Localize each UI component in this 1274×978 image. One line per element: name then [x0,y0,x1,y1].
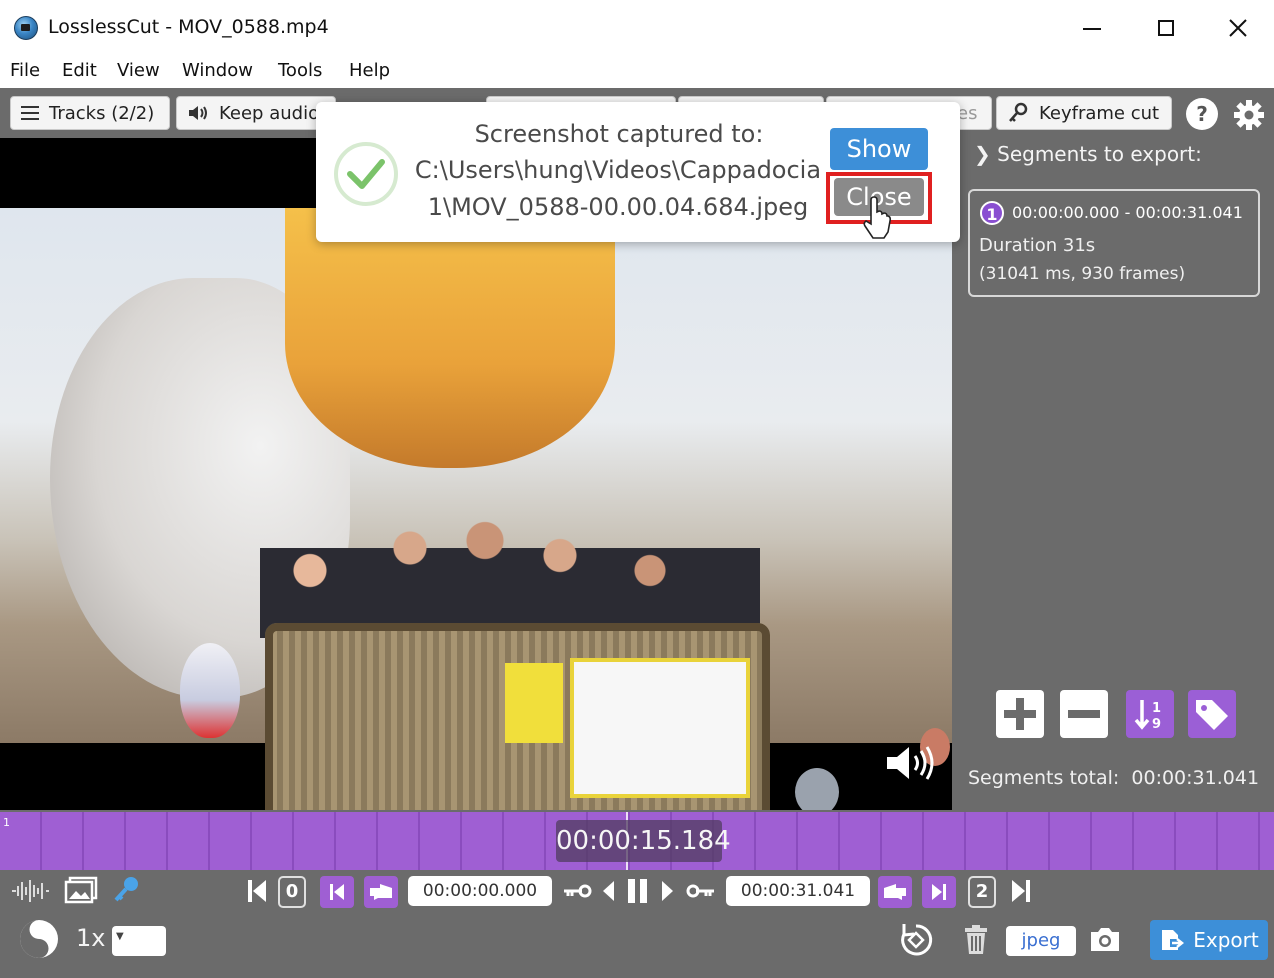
title-bar: LosslessCut - MOV_0588.mp4 [0,0,1274,56]
remove-segment-button[interactable] [1060,690,1108,738]
keyframe-key-icon[interactable] [112,874,142,904]
set-end-key-icon[interactable] [686,880,716,902]
svg-text:9: 9 [1152,717,1161,732]
distant-balloon [795,768,839,810]
label-segment-button[interactable] [1188,690,1236,738]
segment-detail: (31041 ms, 930 frames) [979,264,1186,284]
segment-end-number[interactable]: 2 [968,876,996,908]
waveform-icon[interactable] [10,878,50,904]
segment-range: 00:00:00.000 - 00:00:31.041 [1012,203,1243,222]
cursor-icon [863,196,892,239]
check-icon [347,159,385,189]
export-label: Export [1193,928,1259,952]
keyframe-cut-label: Keyframe cut [1039,102,1160,124]
success-badge [334,142,398,206]
close-icon [1229,19,1247,37]
close-window-button[interactable] [1210,10,1266,46]
volume-icon[interactable] [885,743,935,783]
playback-speed-icon[interactable] [18,918,60,960]
tag-icon [1196,700,1228,730]
jump-cut-start-button[interactable] [320,876,354,908]
app-icon [14,16,38,40]
sort-icon: 1 9 [1134,700,1161,732]
add-segment-button[interactable] [996,690,1044,738]
segments-header[interactable]: ❯ Segments to export: [974,142,1202,166]
tracks-button[interactable]: Tracks (2/2) [10,96,170,130]
menu-tools[interactable]: Tools [278,60,322,81]
rotate-icon[interactable] [896,920,936,960]
set-cut-end-icon [884,884,906,900]
current-time-display: 00:00:15.184 [556,820,731,862]
step-forward-icon[interactable] [658,878,676,904]
set-cut-end-button[interactable] [878,876,912,908]
menu-help[interactable]: Help [349,60,390,81]
distant-balloon [180,643,240,738]
basket-banner [570,658,750,798]
key-icon [1009,102,1028,122]
sort-segments-button[interactable]: 1 9 [1126,690,1174,738]
passengers [260,488,760,638]
segment-start-number[interactable]: 0 [278,876,306,908]
minimize-button[interactable] [1064,10,1120,46]
partial-label: es [957,102,978,124]
menu-bar: File Edit View Window Tools Help [0,56,1274,88]
segments-total-value: 00:00:31.041 [1131,767,1260,789]
notification-title: Screenshot captured to: [474,120,764,148]
playback-rate-label: 1x [76,924,106,952]
gear-icon[interactable] [1232,98,1266,132]
segment-number-badge: 1 [980,201,1004,225]
playback-rate-select[interactable] [112,926,166,956]
yellow-balloon [285,208,615,468]
camera-icon[interactable] [1088,924,1122,954]
tracks-label: Tracks (2/2) [49,102,155,124]
jump-end-icon[interactable] [1010,878,1032,904]
menu-window[interactable]: Window [182,60,253,81]
step-back-icon[interactable] [600,878,618,904]
notification-path-line1: C:\Users\hung\Videos\Cappadocia [414,156,822,184]
timeline-segment-index: 1 [3,816,10,829]
notification-path-line2: 1\MOV_0588-00.00.04.684.jpeg [427,193,809,221]
basket-sign [505,663,563,743]
menu-view[interactable]: View [117,60,160,81]
jump-cut-end-button[interactable] [922,876,956,908]
hamburger-icon [21,106,39,120]
speaker-icon [189,106,207,120]
segment-duration: Duration 31s [979,235,1096,256]
app-window: LosslessCut - MOV_0588.mp4 File Edit Vie… [0,0,1274,978]
maximize-button[interactable] [1138,10,1194,46]
menu-edit[interactable]: Edit [62,60,97,81]
segments-total: Segments total: 00:00:31.041 [968,767,1260,789]
trash-icon[interactable] [962,924,990,956]
export-icon [1162,930,1185,950]
keyframe-cut-button[interactable]: Keyframe cut [996,96,1172,130]
keep-audio-button[interactable]: Keep audio [176,96,336,130]
capture-format-button[interactable]: jpeg [1006,926,1076,956]
jump-cut-end-icon [932,884,946,900]
cut-end-time-input[interactable]: 00:00:31.041 [726,876,870,906]
segment-item[interactable]: 1 00:00:00.000 - 00:00:31.041 Duration 3… [968,189,1260,297]
menu-file[interactable]: File [10,60,40,81]
export-button[interactable]: Export [1150,920,1268,960]
set-cut-start-button[interactable] [364,876,398,908]
set-start-key-icon[interactable] [562,880,592,902]
window-title: LosslessCut - MOV_0588.mp4 [48,16,329,38]
jump-start-icon[interactable] [246,878,268,904]
jump-cut-start-icon [330,884,344,900]
keep-audio-label: Keep audio [219,102,320,124]
thumbnails-icon[interactable] [64,876,98,904]
play-pause-icon[interactable] [624,876,652,906]
chevron-right-icon: ❯ [974,142,998,166]
cut-start-time-input[interactable]: 00:00:00.000 [408,876,552,906]
set-cut-start-icon [370,884,392,900]
svg-text:1: 1 [1152,701,1161,716]
show-button[interactable]: Show [830,128,928,170]
help-icon[interactable]: ? [1186,98,1218,130]
